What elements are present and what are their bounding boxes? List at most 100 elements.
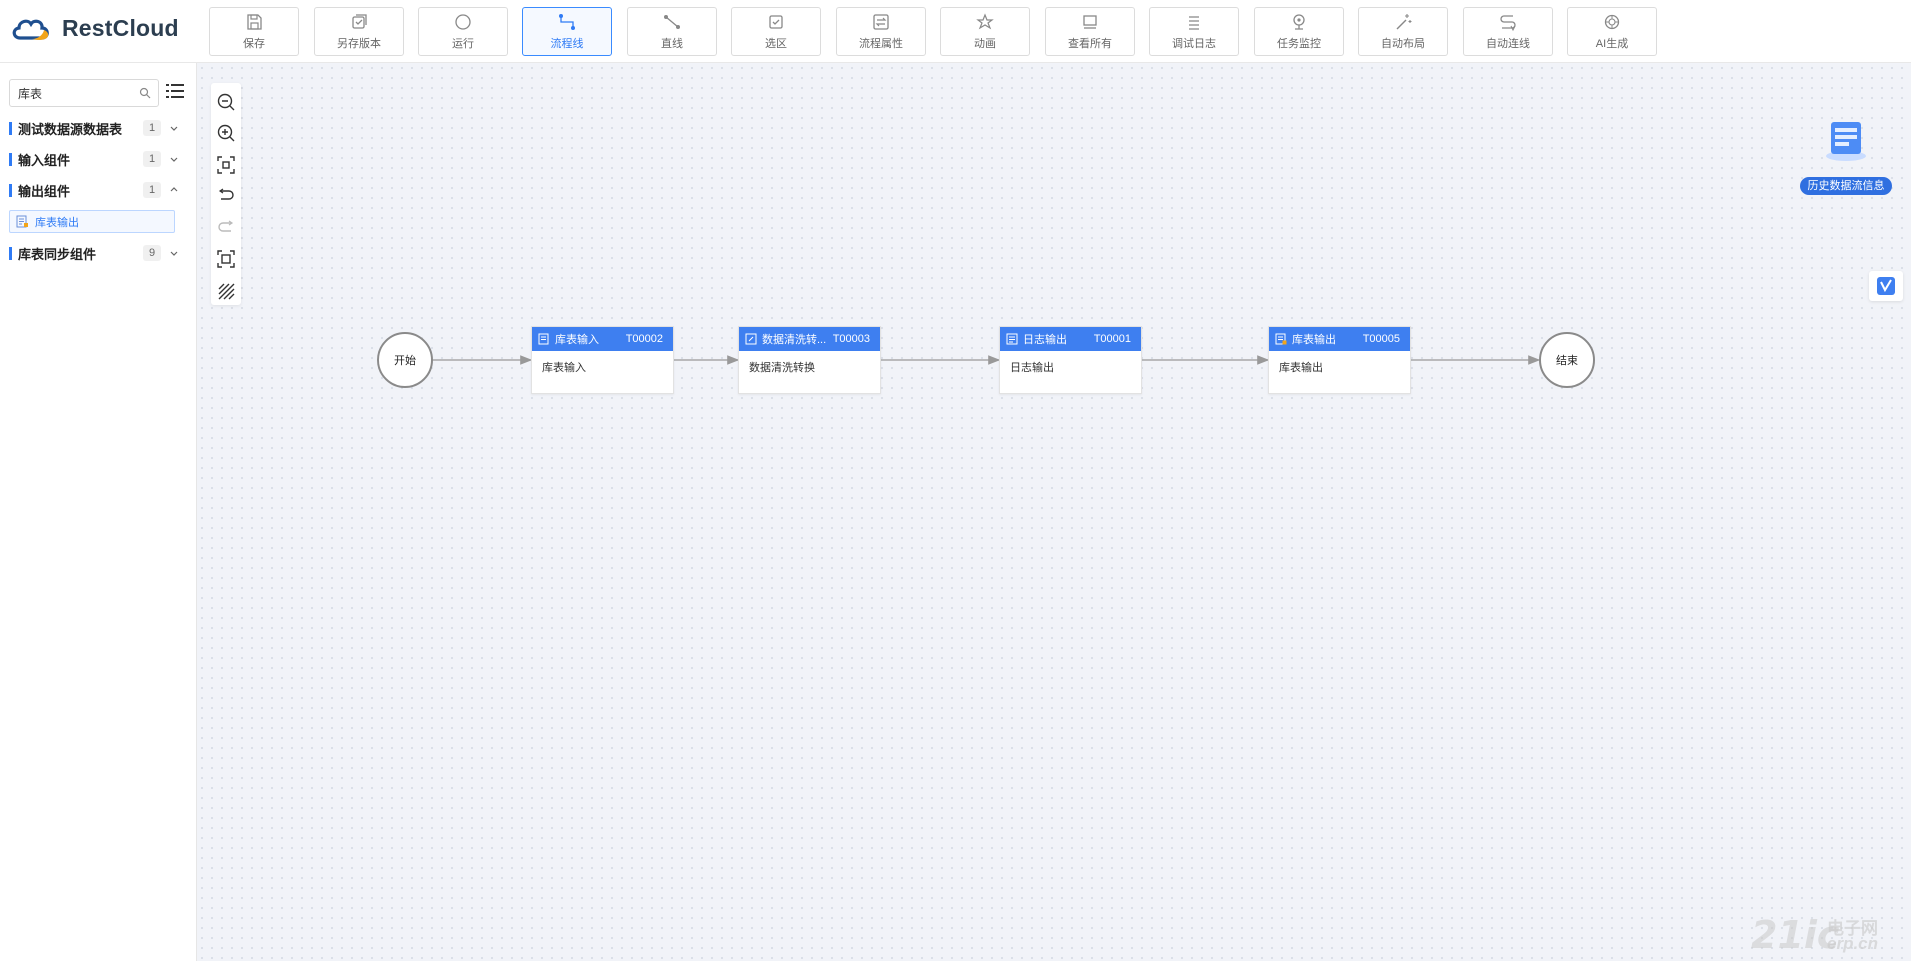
end-node[interactable]: 结束 [1539,332,1595,388]
auto-connect-button[interactable]: 自动连线 [1463,7,1553,56]
database-icon [1826,122,1866,161]
ai-generate-label: AI生成 [1595,38,1629,50]
save-icon [247,14,262,30]
search-icon[interactable] [139,87,151,99]
group-marker [9,183,12,197]
node-title: 库表输入 [555,334,599,346]
group-test-datasource-tables[interactable]: 测试数据源数据表 1 [9,118,179,138]
chevron-up-icon[interactable] [169,185,179,195]
log-output-icon [1006,333,1018,345]
component-sidebar: 测试数据源数据表 1 输入组件 1 输出组件 1 库表输出 库表同步组件 9 [0,63,197,961]
group-marker [9,246,12,260]
debug-log-button[interactable]: 调试日志 [1149,7,1239,56]
flow-node-data-cleansing[interactable]: 数据清洗转... T00003 数据清洗转换 [738,326,881,394]
select-area-label: 选区 [765,38,787,50]
ai-generate-button[interactable]: AI生成 [1567,7,1657,56]
flow-canvas[interactable]: 开始 库表输入 T00002 库表输入 数据清洗转... T00003 数据清洗… [197,63,1911,961]
flow-properties-label: 流程属性 [859,38,903,50]
node-title: 数据清洗转... [762,334,827,346]
top-toolbar: RestCloud 保存 另存版本 运行 流程线 直线 选区 流程属性 动画 查… [0,0,1911,63]
task-monitor-icon [1293,14,1305,30]
node-body: 库表输入 [542,362,586,374]
brand-name: RestCloud [62,14,179,41]
zoom-in-icon[interactable] [216,123,236,143]
app-logo: RestCloud [10,14,179,42]
node-id: T00005 [1362,333,1400,345]
node-header: 日志输出 T00001 [1000,327,1141,351]
save-version-label: 另存版本 [337,38,381,50]
group-count-badge: 9 [143,245,161,261]
table-output-icon [1275,333,1287,345]
task-monitor-button[interactable]: 任务监控 [1254,7,1344,56]
group-marker [9,152,12,166]
flow-node-table-input[interactable]: 库表输入 T00002 库表输入 [531,326,674,394]
data-transform-icon [745,333,757,345]
redo-icon[interactable] [216,218,236,238]
auto-connect-icon [1500,15,1516,32]
straight-line-icon [664,15,680,29]
group-label: 测试数据源数据表 [18,121,123,137]
side-panel-toggle[interactable] [1869,271,1903,301]
node-title: 日志输出 [1023,334,1067,346]
group-label: 库表同步组件 [18,246,97,262]
grid-toggle-icon[interactable] [216,281,236,301]
group-input-components[interactable]: 输入组件 1 [9,149,179,169]
save-button[interactable]: 保存 [209,7,299,56]
cloud-logo-icon [12,19,49,40]
flow-node-table-output[interactable]: 库表输出 T00005 库表输出 [1268,326,1411,394]
end-label: 结束 [1556,355,1578,367]
history-dataflow-button[interactable]: 历史数据流信息 [1800,118,1892,195]
fit-view-icon[interactable] [216,155,236,175]
flow-line-button[interactable]: 流程线 [522,7,612,56]
node-body: 数据清洗转换 [749,362,815,374]
start-label: 开始 [394,355,416,367]
animation-button[interactable]: 动画 [940,7,1030,56]
run-icon [455,14,471,30]
table-output-icon [16,215,28,228]
chevron-down-icon[interactable] [169,123,179,133]
view-all-button[interactable]: 查看所有 [1045,7,1135,56]
zoom-out-icon[interactable] [216,92,236,112]
group-output-components[interactable]: 输出组件 1 [9,180,179,200]
undo-icon[interactable] [216,186,236,206]
component-label: 库表输出 [35,216,79,229]
actual-size-icon[interactable] [216,249,236,269]
chevron-down-icon[interactable] [169,154,179,164]
flow-line-icon [559,14,575,30]
debug-log-label: 调试日志 [1172,38,1216,50]
save-version-button[interactable]: 另存版本 [314,7,404,56]
straight-line-label: 直线 [661,38,683,50]
straight-line-button[interactable]: 直线 [627,7,717,56]
select-area-icon [769,15,783,29]
select-area-button[interactable]: 选区 [731,7,821,56]
chevron-down-icon[interactable] [169,248,179,258]
table-input-icon [538,333,549,345]
flow-connectors [432,355,1541,365]
run-button[interactable]: 运行 [418,7,508,56]
node-title: 库表输出 [1292,334,1336,346]
flow-line-label: 流程线 [550,38,584,50]
save-label: 保存 [243,38,265,50]
group-label: 输出组件 [18,183,71,199]
group-count-badge: 1 [143,151,161,167]
flow-properties-button[interactable]: 流程属性 [836,7,926,56]
auto-layout-button[interactable]: 自动布局 [1358,7,1448,56]
group-count-badge: 1 [143,120,161,136]
start-node[interactable]: 开始 [377,332,433,388]
node-id: T00003 [832,333,870,345]
node-id: T00001 [1093,333,1131,345]
animation-label: 动画 [974,38,996,50]
task-monitor-label: 任务监控 [1277,38,1321,50]
group-table-sync-components[interactable]: 库表同步组件 9 [9,243,179,263]
node-header: 库表输出 T00005 [1269,327,1410,351]
run-label: 运行 [452,38,474,50]
list-view-icon[interactable] [166,83,184,99]
node-header: 库表输入 T00002 [532,327,673,351]
canvas-tools [211,83,241,305]
auto-connect-label: 自动连线 [1486,38,1530,50]
animation-icon [976,13,994,30]
flow-node-log-output[interactable]: 日志输出 T00001 日志输出 [999,326,1142,394]
component-table-output[interactable]: 库表输出 [9,210,175,233]
group-count-badge: 1 [143,182,161,198]
search-input[interactable] [10,80,135,106]
